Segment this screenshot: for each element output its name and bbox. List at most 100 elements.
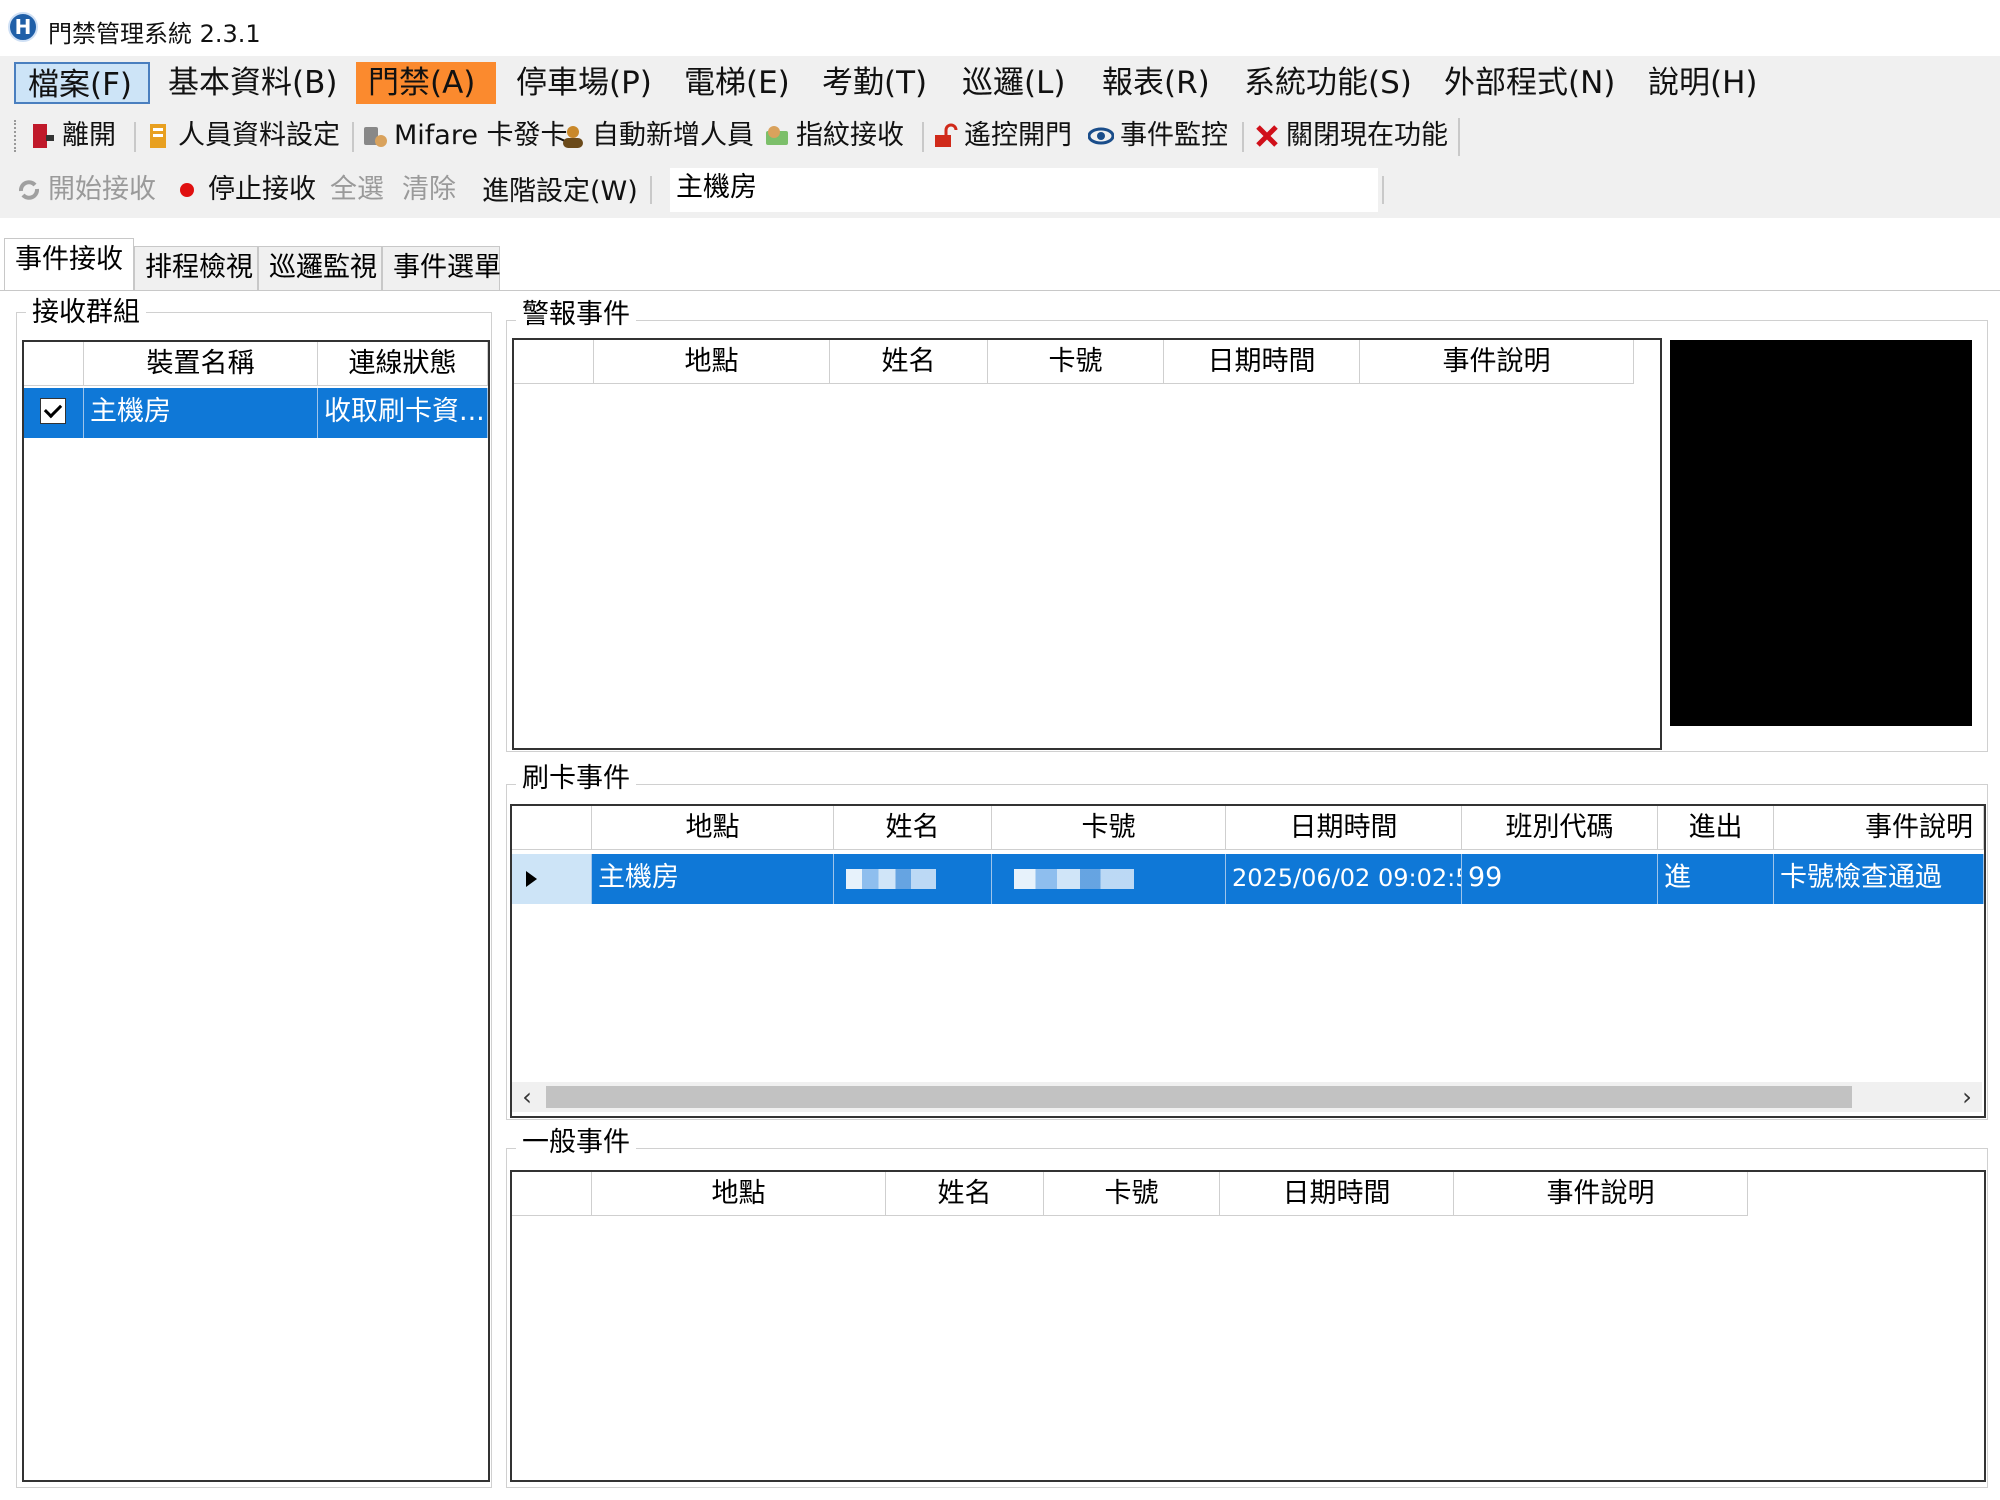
column-card-number[interactable]: 卡號 <box>1044 1172 1220 1216</box>
clear-button[interactable]: 清除 <box>402 170 456 210</box>
menu-elevator[interactable]: 電梯(E) <box>672 62 802 104</box>
grid-corner-cell <box>24 342 84 386</box>
exit-button[interactable]: 離開 <box>30 116 116 156</box>
connection-status-cell: 收取刷卡資... <box>318 388 488 438</box>
redacted-name <box>846 868 936 889</box>
column-shift-code[interactable]: 班別代碼 <box>1462 806 1658 850</box>
card-grid-horizontal-scrollbar[interactable]: ‹ › <box>512 1082 1982 1112</box>
column-event-description[interactable]: 事件說明 <box>1454 1172 1748 1216</box>
camera-preview-panel <box>1670 340 1972 726</box>
personnel-setup-button[interactable]: 人員資料設定 <box>146 116 340 156</box>
device-name-cell: 主機房 <box>84 388 318 438</box>
column-datetime[interactable]: 日期時間 <box>1226 806 1462 850</box>
scroll-right-icon[interactable]: › <box>1952 1082 1982 1112</box>
people-group-icon <box>560 121 586 148</box>
grid-corner-cell <box>512 1172 592 1216</box>
column-connection-status[interactable]: 連線狀態 <box>318 342 488 386</box>
column-location[interactable]: 地點 <box>592 806 834 850</box>
exit-label: 離開 <box>62 120 116 151</box>
table-row[interactable]: 主機房 2025/06/02 09:02:54 99 進 卡號檢查通過 <box>512 854 1984 904</box>
column-name[interactable]: 姓名 <box>830 340 988 384</box>
toolbar-separator <box>650 176 652 204</box>
unlock-icon <box>932 121 958 147</box>
host-name-field[interactable]: 主機房 <box>670 168 1378 212</box>
menu-bar: 檔案(F) 基本資料(B) 門禁(A) 停車場(P) 電梯(E) 考勤(T) 巡… <box>0 56 2000 112</box>
menu-help[interactable]: 說明(H) <box>1636 62 1770 104</box>
auto-add-personnel-label: 自動新增人員 <box>592 120 754 151</box>
tab-schedule-view[interactable]: 排程檢視 <box>134 246 258 290</box>
location-cell: 主機房 <box>592 854 834 904</box>
event-description-cell: 卡號檢查通過 <box>1774 854 1984 904</box>
device-grid[interactable]: 裝置名稱 連線狀態 主機房 收取刷卡資... <box>22 340 490 1482</box>
refresh-icon <box>16 175 42 201</box>
toolbar-separator <box>1242 122 1244 152</box>
column-name[interactable]: 姓名 <box>834 806 992 850</box>
table-row[interactable]: 主機房 收取刷卡資... <box>24 388 488 438</box>
alarm-events-title: 警報事件 <box>516 298 636 332</box>
menu-reports[interactable]: 報表(R) <box>1090 62 1222 104</box>
remote-open-door-button[interactable]: 遙控開門 <box>932 116 1072 156</box>
column-event-description[interactable]: 事件說明 <box>1360 340 1634 384</box>
column-event-description[interactable]: 事件說明 <box>1774 806 1984 850</box>
tab-event-receive[interactable]: 事件接收 <box>4 238 134 290</box>
grid-corner-cell <box>512 806 592 850</box>
column-card-number[interactable]: 卡號 <box>992 806 1226 850</box>
receive-group-title: 接收群組 <box>26 296 146 330</box>
tab-baseline <box>0 290 2000 291</box>
start-receive-button[interactable]: 開始接收 <box>16 170 156 210</box>
datetime-cell: 2025/06/02 09:02:54 <box>1226 854 1462 904</box>
menu-attendance[interactable]: 考勤(T) <box>810 62 939 104</box>
menu-system[interactable]: 系統功能(S) <box>1232 62 1424 104</box>
alarm-events-grid[interactable]: 地點 姓名 卡號 日期時間 事件說明 <box>512 338 1662 750</box>
toolbar-grip <box>14 120 18 152</box>
menu-parking[interactable]: 停車場(P) <box>504 62 664 104</box>
event-monitor-button[interactable]: 事件監控 <box>1087 116 1228 156</box>
toolbar-separator <box>922 122 924 152</box>
device-grid-header: 裝置名稱 連線狀態 <box>24 342 488 388</box>
scrollbar-thumb[interactable] <box>546 1086 1852 1108</box>
personnel-book-icon <box>146 121 172 148</box>
fingerprint-icon <box>764 121 790 147</box>
mifare-issue-button[interactable]: Mifare 卡發卡 <box>362 116 568 156</box>
tab-event-menu[interactable]: 事件選單 <box>382 246 501 290</box>
toolbar-separator <box>1458 118 1460 156</box>
advanced-settings-button[interactable]: 進階設定(W) <box>482 172 638 212</box>
mifare-issue-label: Mifare 卡發卡 <box>394 120 568 151</box>
column-datetime[interactable]: 日期時間 <box>1164 340 1360 384</box>
column-datetime[interactable]: 日期時間 <box>1220 1172 1454 1216</box>
menu-external[interactable]: 外部程式(N) <box>1432 62 1627 104</box>
fingerprint-receive-label: 指紋接收 <box>796 120 904 151</box>
column-card-number[interactable]: 卡號 <box>988 340 1164 384</box>
device-checkbox[interactable] <box>40 397 66 424</box>
eye-icon <box>1087 121 1115 147</box>
name-cell-redacted <box>834 854 992 904</box>
menu-patrol[interactable]: 巡邏(L) <box>950 62 1077 104</box>
card-events-title: 刷卡事件 <box>516 762 636 796</box>
personnel-setup-label: 人員資料設定 <box>178 120 340 151</box>
card-number-cell-redacted <box>992 854 1226 904</box>
menu-file[interactable]: 檔案(F) <box>14 62 150 104</box>
column-in-out[interactable]: 進出 <box>1658 806 1774 850</box>
column-location[interactable]: 地點 <box>592 1172 886 1216</box>
menu-access-control[interactable]: 門禁(A) <box>356 62 496 104</box>
select-all-button[interactable]: 全選 <box>330 170 384 210</box>
general-events-grid[interactable]: 地點 姓名 卡號 日期時間 事件說明 <box>510 1170 1986 1482</box>
scroll-left-icon[interactable]: ‹ <box>512 1082 542 1112</box>
column-device-name[interactable]: 裝置名稱 <box>84 342 318 386</box>
main-toolbar: 離開 人員資料設定 Mifare 卡發卡 自動新增人員 指紋接收 遙控開門 事件… <box>0 112 2000 160</box>
toolbar-separator <box>134 122 136 152</box>
tab-patrol-monitor[interactable]: 巡邏監視 <box>258 246 382 290</box>
tab-strip: 事件接收 排程檢視 巡邏監視 事件選單 <box>0 238 2000 292</box>
close-current-function-button[interactable]: 關閉現在功能 <box>1254 116 1448 156</box>
card-grid-header: 地點 姓名 卡號 日期時間 班別代碼 進出 事件說明 <box>512 806 1984 852</box>
record-dot-icon <box>176 175 202 201</box>
card-events-grid[interactable]: 地點 姓名 卡號 日期時間 班別代碼 進出 事件說明 主機房 2025/06/0… <box>510 804 1986 1118</box>
column-name[interactable]: 姓名 <box>886 1172 1044 1216</box>
auto-add-personnel-button[interactable]: 自動新增人員 <box>560 116 754 156</box>
stop-receive-button[interactable]: 停止接收 <box>176 170 316 210</box>
general-events-title: 一般事件 <box>516 1126 636 1160</box>
fingerprint-receive-button[interactable]: 指紋接收 <box>764 116 904 156</box>
app-logo-letter: H <box>14 15 32 39</box>
menu-basic-data[interactable]: 基本資料(B) <box>156 62 349 104</box>
column-location[interactable]: 地點 <box>594 340 830 384</box>
